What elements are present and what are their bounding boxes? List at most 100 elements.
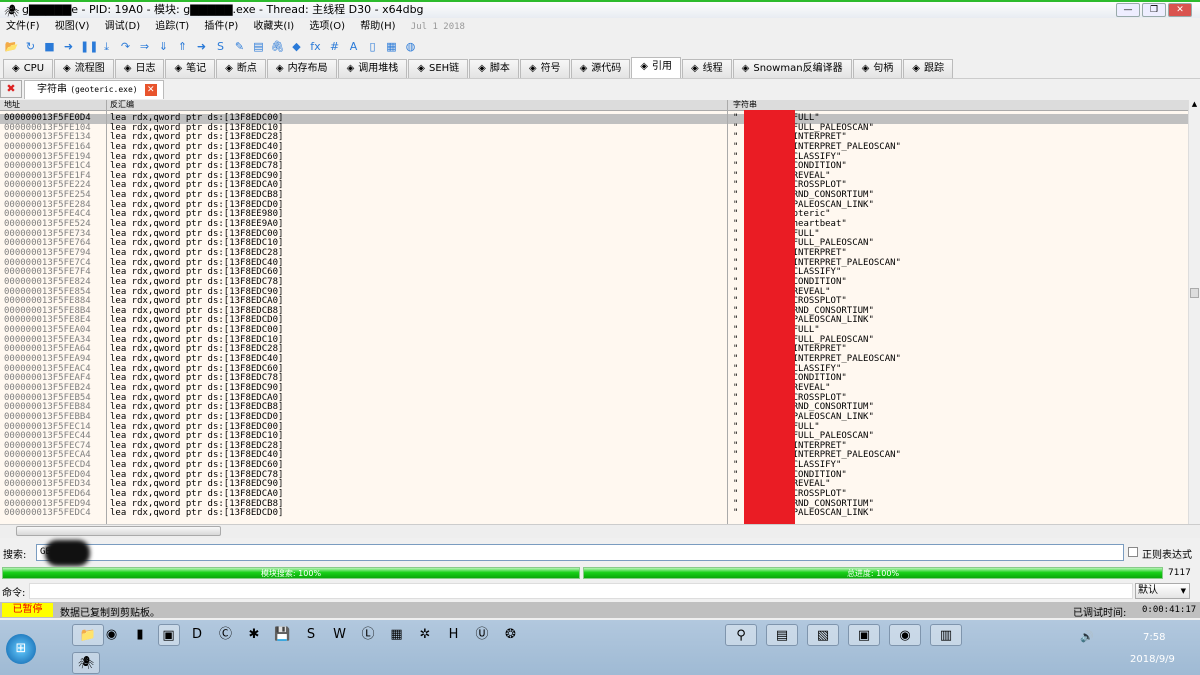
link-icon[interactable]: 🖇 [270, 39, 285, 54]
tab-8[interactable]: ◈ 脚本 [469, 59, 519, 78]
tab-5[interactable]: ◈ 内存布局 [266, 59, 337, 78]
execute-till-return-icon[interactable]: ⇑ [175, 39, 190, 54]
app-icon[interactable]: ▤ [766, 624, 798, 646]
close-all-tabs-button[interactable]: ✖ [0, 80, 22, 98]
debug-time-label: 已调试时间: [1073, 608, 1127, 619]
horizontal-scroll-thumb[interactable] [16, 526, 221, 536]
tab-label: 日志 [135, 63, 156, 74]
tab-9[interactable]: ◈ 符号 [519, 59, 570, 78]
trace-over-icon[interactable]: ⇓ [156, 39, 171, 54]
tab-label: 引用 [651, 61, 672, 72]
window-title: g▇▇▇▇▇e - PID: 19A0 - 模块: g▇▇▇▇▇.exe - T… [22, 3, 424, 16]
app-icon[interactable]: ▣ [848, 624, 880, 646]
run-to-user-code-icon[interactable]: ➜ [194, 39, 209, 54]
tab-7[interactable]: ◈ SEH链 [408, 59, 469, 78]
font-icon[interactable]: A [346, 39, 361, 54]
scylla-icon[interactable]: S [213, 39, 228, 54]
search-icon[interactable]: ⚲ [725, 624, 757, 646]
app-icon[interactable]: D [186, 624, 208, 646]
skype-icon[interactable]: S [300, 624, 322, 646]
disassembly-cell: lea rdx,qword ptr ds:[13F8EDCD0] [110, 508, 284, 519]
tab-0[interactable]: ◈ CPU [3, 59, 54, 78]
app-icon[interactable]: ▧ [807, 624, 839, 646]
app-icon[interactable]: ▣ [157, 624, 180, 646]
close-tab-icon[interactable]: ✕ [144, 84, 157, 96]
clock-time[interactable]: 7:58 [1143, 632, 1165, 643]
explorer-icon[interactable]: 📁 [72, 624, 104, 646]
globe-icon[interactable]: ◍ [403, 39, 418, 54]
minimize-button[interactable]: — [1116, 3, 1140, 17]
tab-label: 调用堆栈 [358, 63, 399, 74]
column-header-address[interactable]: 地址 [4, 100, 20, 110]
chrome-icon[interactable]: ◉ [889, 624, 921, 646]
menu-favourites[interactable]: 收藏夹(I) [253, 21, 294, 32]
table-header: 地址 反汇编 字符串 [0, 100, 1188, 111]
menu-plugins[interactable]: 插件(P) [204, 21, 238, 32]
tab-label: 内存布局 [287, 63, 328, 74]
step-over-icon[interactable]: ↷ [118, 39, 133, 54]
menu-view[interactable]: 视图(V) [55, 21, 90, 32]
tab-strings[interactable]: 字符串 (geoteric.exe) ✕ [24, 80, 164, 99]
save-icon[interactable]: 💾 [272, 624, 294, 646]
column-header-disassembly[interactable]: 反汇编 [110, 100, 134, 110]
command-input[interactable] [29, 583, 1133, 599]
menu-debug[interactable]: 调试(D) [105, 21, 141, 32]
tab-11[interactable]: ◈ 引用 [631, 57, 681, 78]
tab-14[interactable]: ◈ 句柄 [852, 59, 903, 78]
tab-label: 符号 [540, 63, 561, 74]
run-icon[interactable]: ➜ [61, 39, 76, 54]
volume-icon[interactable]: 🔊 [1080, 630, 1094, 643]
app-icon[interactable]: ▦ [386, 624, 408, 646]
tab-2[interactable]: ◈ 日志 [114, 59, 165, 78]
restart-icon[interactable]: ↻ [23, 39, 38, 54]
open-icon[interactable]: 📂 [4, 39, 19, 54]
device-icon[interactable]: ▯ [365, 39, 380, 54]
breakpoint-icon: ◈ [225, 63, 233, 74]
label-icon[interactable]: ◆ [289, 39, 304, 54]
tab-10[interactable]: ◈ 源代码 [570, 59, 631, 78]
callstack-icon: ◈ [346, 63, 355, 74]
trace-into-icon[interactable]: ⇒ [137, 39, 152, 54]
app-icon[interactable]: ❂ [500, 624, 522, 646]
hash-icon[interactable]: # [327, 39, 342, 54]
step-into-icon[interactable]: ⤓ [99, 39, 114, 54]
pause-icon[interactable]: ❚❚ [80, 39, 98, 54]
tab-15[interactable]: ◈ 跟踪 [903, 59, 953, 78]
tab-3[interactable]: ◈ 笔记 [165, 59, 216, 78]
command-mode-select[interactable]: 默认 ▼ [1135, 583, 1190, 599]
menu-file[interactable]: 文件(F) [6, 21, 40, 32]
app-icon[interactable]: ▥ [930, 624, 962, 646]
hex-editor-icon[interactable]: H [443, 624, 465, 646]
search-input[interactable]: GE [36, 544, 1124, 561]
patch-icon[interactable]: ✎ [232, 39, 247, 54]
app-icon[interactable]: ✱ [243, 624, 265, 646]
tab-1[interactable]: ◈ 流程图 [54, 59, 114, 78]
app-icon[interactable]: Ⓤ [471, 624, 493, 646]
taskbar-x64dbg[interactable]: 🕷 [72, 652, 100, 674]
restore-button[interactable]: ❐ [1142, 3, 1166, 17]
comment-icon[interactable]: ▤ [251, 39, 266, 54]
fx-icon[interactable]: fx [308, 39, 323, 54]
column-header-string[interactable]: 字符串 [733, 100, 757, 110]
start-button[interactable]: ⊞ [6, 634, 36, 664]
table-row[interactable]: 000000013F5FEDC4 lea rdx,qword ptr ds:[13… [0, 508, 1188, 519]
close-button[interactable]: ✕ [1168, 3, 1192, 17]
chrome-icon[interactable]: ◉ [101, 624, 123, 646]
tab-13[interactable]: ◈ Snowman反编译器 [732, 59, 852, 78]
word-icon[interactable]: W [329, 624, 351, 646]
app-icon[interactable]: ▮ [129, 624, 151, 646]
tab-12[interactable]: ◈ 线程 [681, 59, 732, 78]
app-icon[interactable]: Ⓛ [357, 624, 379, 646]
tab-4[interactable]: ◈ 断点 [216, 59, 266, 78]
clock-date[interactable]: 2018/9/9 [1130, 654, 1175, 665]
menu-help[interactable]: 帮助(H) [360, 21, 395, 32]
app-icon[interactable]: Ⓒ [215, 624, 237, 646]
calculator-icon[interactable]: ▦ [384, 39, 399, 54]
menu-options[interactable]: 选项(O) [309, 21, 345, 32]
regex-checkbox[interactable] [1128, 547, 1138, 557]
app-icon[interactable]: ✲ [414, 624, 436, 646]
stop-icon[interactable]: ■ [42, 39, 57, 54]
vertical-scrollbar[interactable]: ▲ [1188, 100, 1200, 524]
menu-trace[interactable]: 追踪(T) [155, 21, 189, 32]
tab-6[interactable]: ◈ 调用堆栈 [337, 59, 408, 78]
